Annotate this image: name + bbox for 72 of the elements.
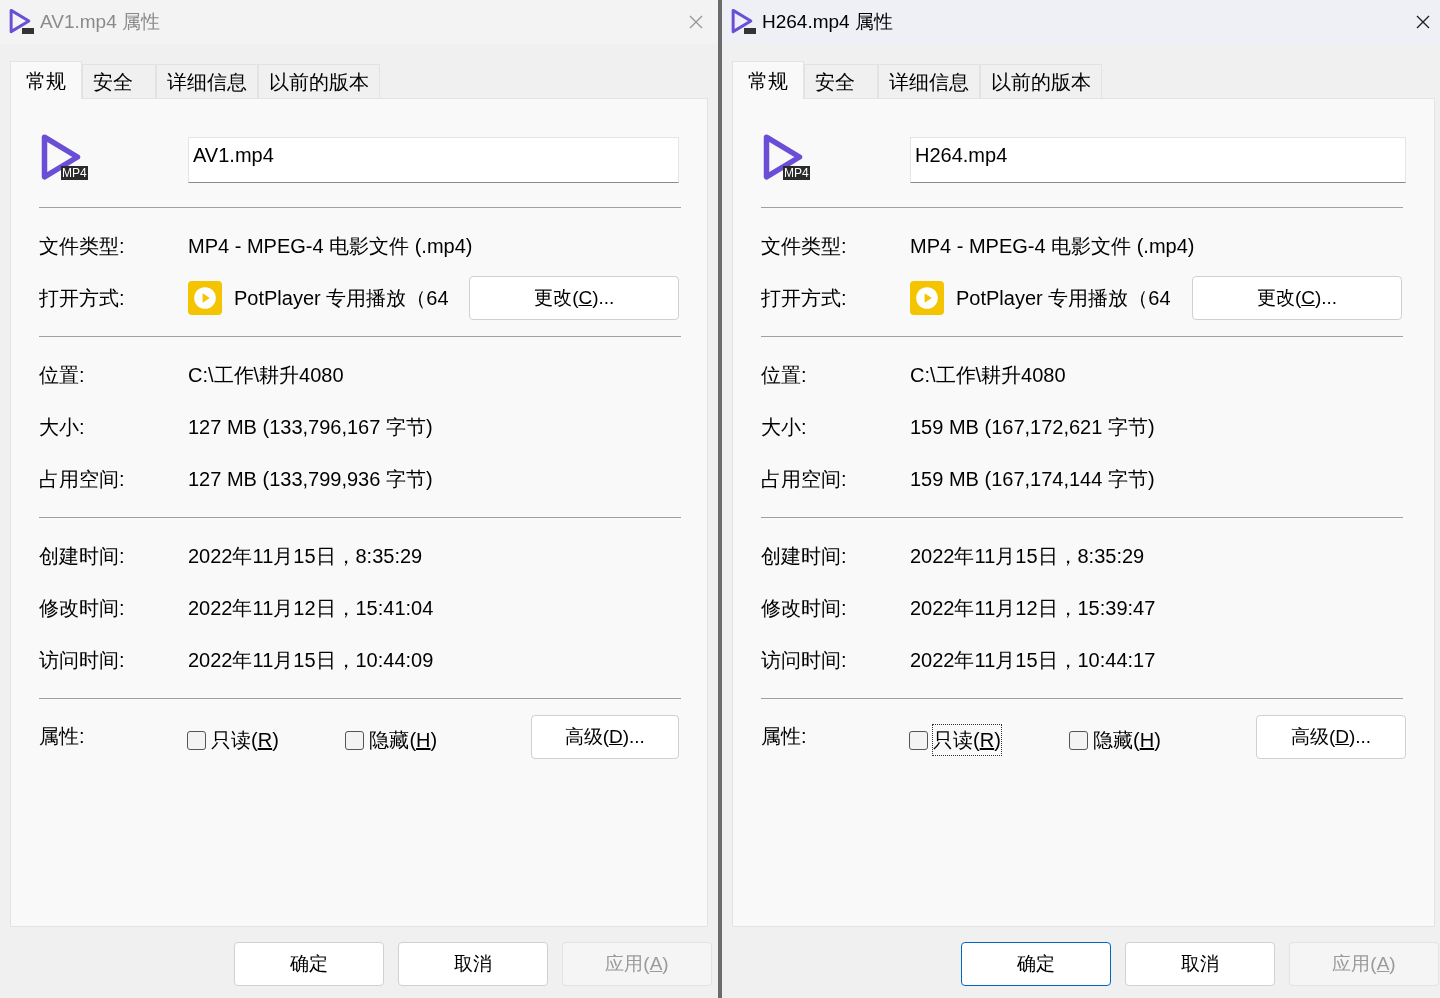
field-value: 2022年11月15日，10:44:09 [188, 648, 434, 673]
tab[interactable]: 常规 [732, 61, 804, 99]
play-icon [730, 8, 754, 34]
field-value: MP4 - MPEG-4 电影文件 (.mp4) [188, 234, 473, 259]
field-label: 访问时间: [761, 648, 848, 673]
field-label: 属性: [39, 724, 86, 749]
checkbox[interactable] [909, 730, 928, 750]
dialog-button[interactable]: 确定 [961, 942, 1111, 986]
field-label: 文件类型: [761, 234, 848, 259]
tab[interactable]: 安全 [82, 64, 156, 98]
field-label: 位置: [761, 363, 808, 388]
close-icon [688, 14, 704, 30]
window-title: AV1.mp4 属性 [40, 9, 161, 34]
tab[interactable]: 详细信息 [878, 64, 980, 98]
checkbox[interactable] [187, 730, 206, 750]
app-name: PotPlayer 专用播放（64 [234, 286, 450, 311]
field-label: 属性: [761, 724, 808, 749]
tab[interactable]: 安全 [804, 64, 878, 98]
field-value: C:\工作\耕升4080 [910, 363, 1066, 388]
field-value: MP4 - MPEG-4 电影文件 (.mp4) [910, 234, 1195, 259]
field-label: 位置: [39, 363, 86, 388]
field-value: C:\工作\耕升4080 [188, 363, 344, 388]
dialog-button[interactable]: 取消 [398, 942, 548, 986]
change-button[interactable]: 更改(C)... [1192, 276, 1402, 320]
field-value: 2022年11月15日，8:35:29 [188, 544, 423, 569]
file-name-field[interactable]: AV1.mp4 [188, 137, 679, 183]
app-icon [910, 281, 944, 315]
app-name: PotPlayer 专用播放（64 [956, 286, 1172, 311]
close-icon [1415, 14, 1431, 30]
tab[interactable]: 常规 [10, 61, 82, 99]
field-label: 大小: [39, 415, 86, 440]
tab[interactable]: 以前的版本 [258, 64, 380, 98]
checkbox-label[interactable]: 隐藏(H) [1093, 725, 1161, 755]
window-title: H264.mp4 属性 [762, 9, 893, 34]
play-icon [8, 8, 32, 34]
checkbox-label[interactable]: 隐藏(H) [369, 725, 438, 755]
file-type-badge: MP4 [61, 166, 88, 180]
field-label: 创建时间: [761, 544, 848, 569]
field-value: 2022年11月15日，8:35:29 [910, 544, 1145, 569]
tab[interactable]: 详细信息 [156, 64, 258, 98]
checkbox-label[interactable]: 只读(R) [211, 725, 279, 755]
field-label: 创建时间: [39, 544, 126, 569]
file-name-field[interactable]: H264.mp4 [910, 137, 1406, 183]
field-label: 文件类型: [39, 234, 126, 259]
field-label: 占用空间: [39, 467, 126, 492]
checkbox-label[interactable]: 只读(R) [933, 725, 1001, 755]
field-value: 127 MB (133,796,167 字节) [188, 415, 433, 440]
field-label: 大小: [761, 415, 808, 440]
field-label: 修改时间: [761, 596, 848, 621]
field-value: 127 MB (133,799,936 字节) [188, 467, 433, 492]
field-label: 打开方式: [39, 286, 126, 311]
field-value: 2022年11月12日，15:41:04 [188, 596, 434, 621]
badge-icon [22, 28, 34, 34]
advanced-button[interactable]: 高级(D)... [530, 715, 679, 759]
file-type-badge: MP4 [783, 166, 810, 180]
field-label: 修改时间: [39, 596, 126, 621]
checkbox[interactable] [1069, 730, 1088, 750]
change-button[interactable]: 更改(C)... [469, 276, 679, 320]
checkbox[interactable] [345, 730, 365, 750]
advanced-button[interactable]: 高级(D)... [1256, 715, 1406, 759]
field-label: 访问时间: [39, 648, 126, 673]
field-value: 2022年11月15日，10:44:17 [910, 648, 1156, 673]
field-label: 打开方式: [761, 286, 848, 311]
field-label: 占用空间: [761, 467, 848, 492]
dialog-button[interactable]: 取消 [1125, 942, 1275, 986]
field-value: 159 MB (167,172,621 字节) [910, 415, 1155, 440]
dialog-button[interactable]: 确定 [234, 942, 384, 986]
badge-icon [744, 28, 756, 34]
tab[interactable]: 以前的版本 [980, 64, 1102, 98]
field-value: 2022年11月12日，15:39:47 [910, 596, 1156, 621]
app-icon [188, 281, 222, 315]
field-value: 159 MB (167,174,144 字节) [910, 467, 1155, 492]
